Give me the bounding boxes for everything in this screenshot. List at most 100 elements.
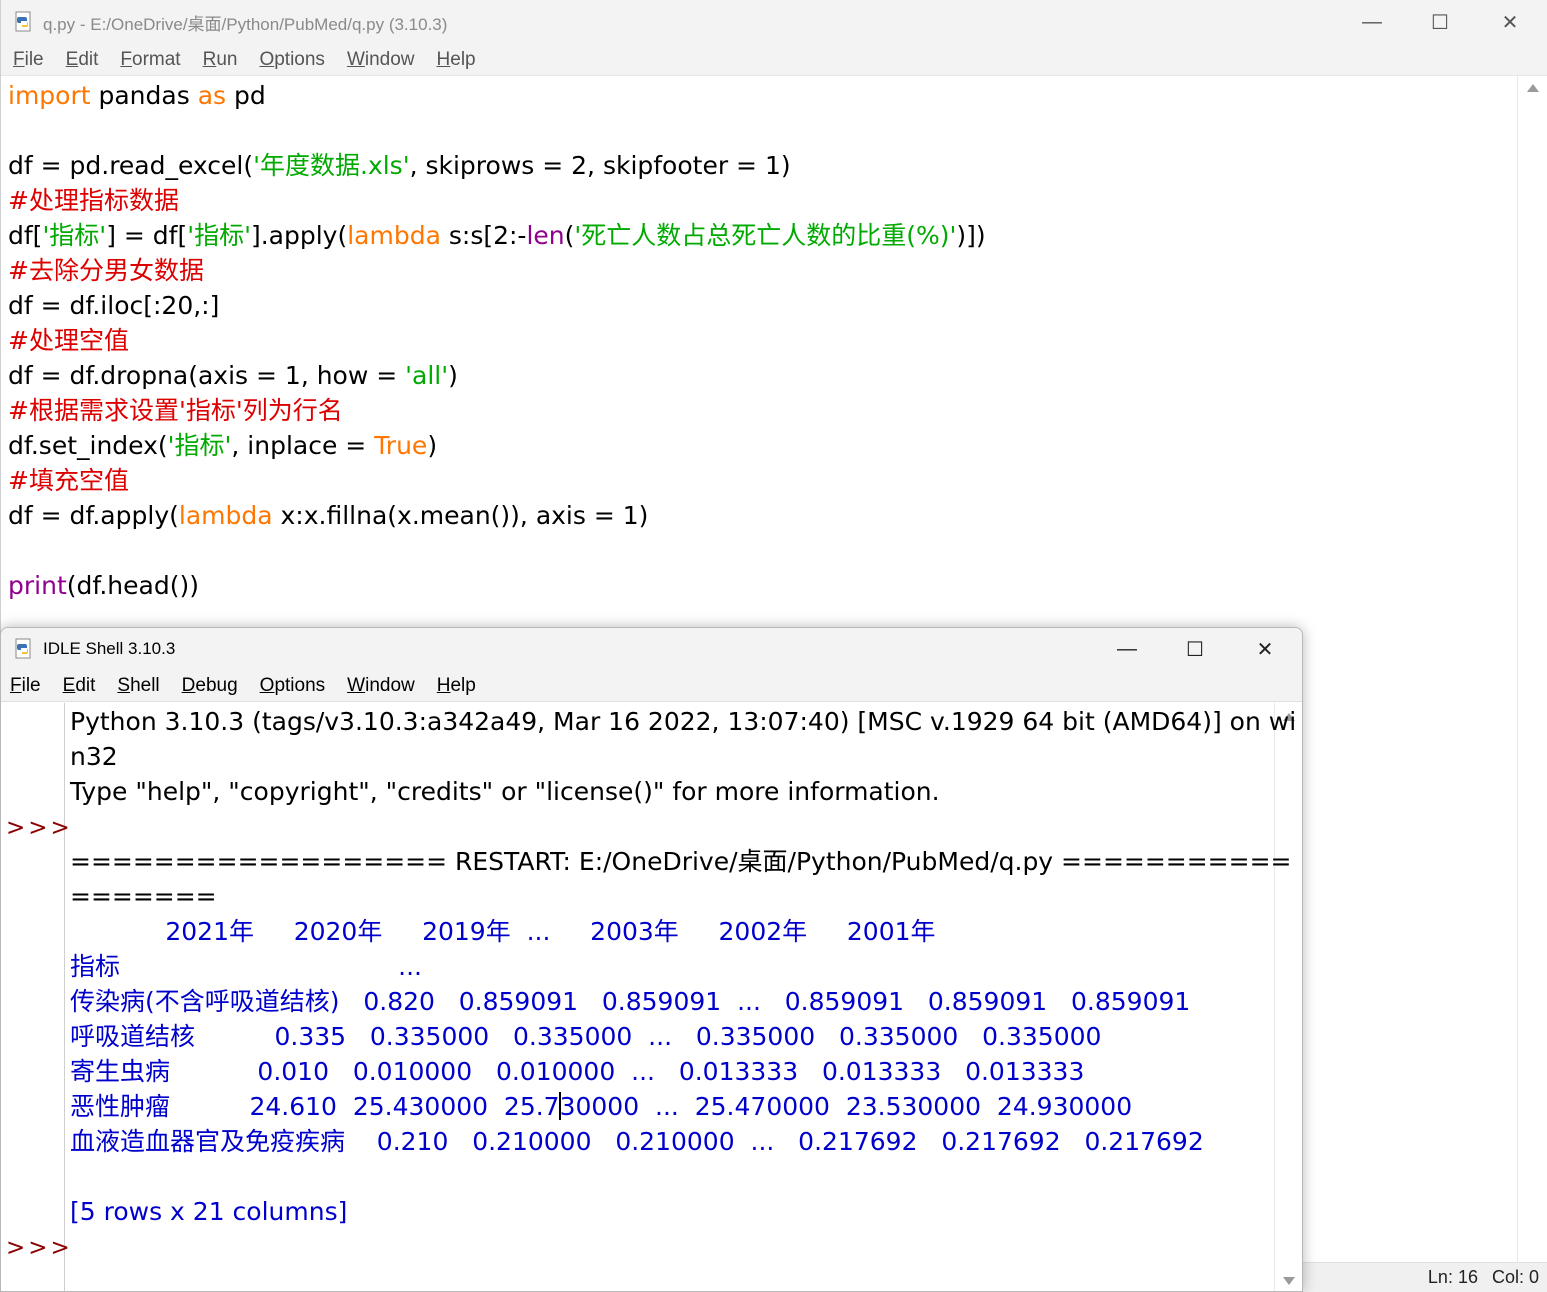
code-token: , inplace = (231, 431, 375, 460)
column-number-indicator: Col: 0 (1491, 1267, 1539, 1287)
code-token: ) (448, 361, 458, 390)
minimize-icon[interactable]: — (1337, 0, 1407, 44)
code-line: df = df.apply(lambda x:x.fillna(x.mean()… (8, 498, 1517, 533)
python-shell-icon (13, 638, 35, 660)
code-line: print(df.head()) (8, 568, 1517, 603)
line-number-indicator: Ln: 16 (1427, 1267, 1478, 1287)
maximize-icon[interactable]: ☐ (1160, 628, 1230, 670)
code-token: df.set_index( (8, 431, 168, 460)
editor-menu-help[interactable]: Help (426, 49, 487, 71)
shell-menu-file[interactable]: File (1, 675, 52, 697)
code-token: '指标' (167, 431, 232, 460)
code-token: True (374, 431, 428, 460)
code-token: ].apply( (250, 221, 348, 250)
code-line: df = pd.read_excel('年度数据.xls', skiprows … (8, 148, 1517, 183)
code-token: lambda (347, 221, 441, 250)
shell-menu-shell[interactable]: Shell (106, 675, 170, 697)
code-token: x:x.fillna(x.mean()), axis = 1) (272, 501, 649, 530)
minimize-icon[interactable]: — (1092, 628, 1162, 670)
code-token: s:s[2:- (440, 221, 527, 250)
code-line: df = df.dropna(axis = 1, how = 'all') (8, 358, 1517, 393)
code-line: df.set_index('指标', inplace = True) (8, 428, 1517, 463)
close-icon[interactable]: ✕ (1230, 628, 1300, 670)
code-token: import (8, 81, 91, 110)
code-token: ) (427, 431, 438, 460)
shell-output-line: ======= (70, 882, 217, 911)
code-token: df = df.iloc[:20,:] (8, 291, 220, 320)
editor-menu-options[interactable]: Options (248, 49, 335, 71)
code-line: #填充空值 (8, 463, 1517, 498)
shell-prompt: >>> (6, 1235, 73, 1261)
editor-titlebar: q.py - E:/OneDrive/桌面/Python/PubMed/q.py… (1, 0, 1547, 44)
code-line: #根据需求设置'指标'列为行名 (8, 393, 1517, 428)
editor-menu-window[interactable]: Window (336, 49, 426, 71)
code-token: '指标' (42, 221, 107, 250)
code-token: #填充空值 (8, 466, 129, 495)
editor-statusbar: Ln: 16 Col: 0 (1301, 1262, 1547, 1292)
shell-output-line: 传染病(不含呼吸道结核) 0.820 0.859091 0.859091 ...… (70, 987, 1191, 1016)
code-token: df[ (8, 221, 43, 250)
code-token: #去除分男女数据 (8, 256, 204, 285)
shell-output[interactable]: Python 3.10.3 (tags/v3.10.3:a342a49, Mar… (70, 704, 1297, 1229)
code-token: as (197, 81, 227, 110)
code-token: 'all' (405, 361, 449, 390)
shell-output-line: n32 (70, 742, 118, 771)
code-line: df['指标'] = df['指标'].apply(lambda s:s[2:-… (8, 218, 1517, 253)
python-file-icon (13, 11, 35, 33)
code-token: )]) (956, 221, 986, 250)
shell-output-line (70, 1159, 1270, 1194)
editor-menu-format[interactable]: Format (109, 49, 191, 71)
shell-output-line: 血液造血器官及免疫疾病 0.210 0.210000 0.210000 ... … (70, 1127, 1204, 1156)
editor-menu-run[interactable]: Run (192, 49, 249, 71)
code-line: #处理指标数据 (8, 183, 1517, 218)
shell-output-line: Type "help", "copyright", "credits" or "… (70, 777, 940, 806)
code-token: lambda (178, 501, 273, 530)
shell-window-title: IDLE Shell 3.10.3 (43, 639, 176, 658)
code-line: import pandas as pd (8, 78, 1517, 113)
shell-menu-options[interactable]: Options (249, 675, 336, 697)
code-token: #处理空值 (8, 326, 129, 355)
shell-prompt: >>> (6, 815, 73, 841)
shell-output-line: 寄生虫病 0.010 0.010000 0.010000 ... 0.01333… (70, 1057, 1085, 1086)
shell-output-line (70, 809, 1270, 844)
shell-output-line: 指标 ... (70, 952, 422, 981)
code-token: print (8, 571, 67, 600)
shell-output-line: 恶性肿瘤 24.610 25.430000 25.730000 ... 25.4… (70, 1092, 1133, 1121)
shell-menu-window[interactable]: Window (336, 675, 426, 697)
shell-titlebar: IDLE Shell 3.10.3 — ☐ ✕ (1, 628, 1302, 670)
code-token: ( (564, 221, 575, 250)
shell-output-line: 2021年 2020年 2019年 ... 2003年 2002年 2001年 (70, 917, 936, 946)
editor-menubar: File Edit Format Run Options Window Help (1, 44, 1547, 76)
shell-output-line: [5 rows x 21 columns] (70, 1197, 348, 1226)
shell-menubar: File Edit Shell Debug Options Window Help (1, 670, 1302, 702)
scroll-down-arrow-icon[interactable] (1282, 1277, 1295, 1285)
code-token: #处理指标数据 (8, 186, 179, 215)
code-token: df = df.apply( (8, 501, 179, 530)
editor-scrollbar[interactable] (1517, 76, 1547, 1262)
scroll-up-arrow-icon[interactable] (1526, 84, 1539, 92)
code-token: len (526, 221, 565, 250)
maximize-icon[interactable]: ☐ (1405, 0, 1475, 44)
shell-menu-edit[interactable]: Edit (52, 675, 107, 697)
shell-menu-help[interactable]: Help (426, 675, 487, 697)
editor-window-title: q.py - E:/OneDrive/桌面/Python/PubMed/q.py… (43, 14, 448, 34)
code-line: #去除分男女数据 (8, 253, 1517, 288)
editor-menu-edit[interactable]: Edit (55, 49, 110, 71)
editor-menu-file[interactable]: File (1, 49, 55, 71)
text-cursor (558, 1092, 561, 1120)
code-token: df = df.dropna(axis = 1, how = (8, 361, 406, 390)
shell-output-line: Python 3.10.3 (tags/v3.10.3:a342a49, Mar… (70, 707, 1297, 736)
code-token: pd (226, 81, 266, 110)
shell-scrollbar[interactable] (1274, 703, 1302, 1291)
code-token: , skiprows = 2, skipfooter = 1) (409, 151, 791, 180)
code-editor[interactable]: import pandas as pd df = pd.read_excel('年… (8, 78, 1517, 603)
shell-menu-debug[interactable]: Debug (171, 675, 249, 697)
code-token: '年度数据.xls' (253, 151, 410, 180)
close-icon[interactable]: ✕ (1475, 0, 1545, 44)
code-token: pandas (90, 81, 198, 110)
code-token: df = pd.read_excel( (8, 151, 254, 180)
code-line: df = df.iloc[:20,:] (8, 288, 1517, 323)
code-token: '死亡人数占总死亡人数的比重(%)' (574, 221, 957, 250)
